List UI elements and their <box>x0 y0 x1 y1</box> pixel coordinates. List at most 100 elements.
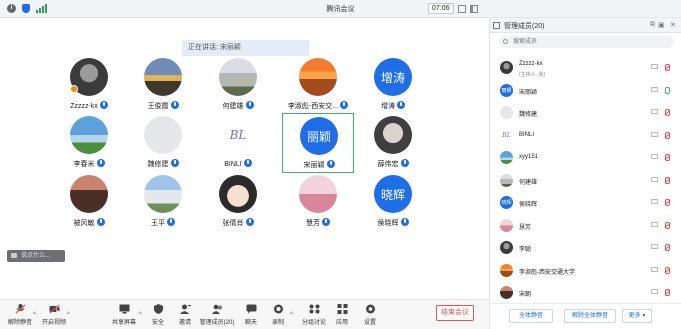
avatar <box>500 106 513 119</box>
avatar <box>500 61 513 74</box>
camera-icon[interactable] <box>651 199 658 204</box>
pin-icon[interactable]: ▣ <box>658 21 665 29</box>
member-list-item[interactable]: 慧芳 <box>490 218 681 236</box>
participant-name-text: 被风敏 <box>73 220 95 227</box>
settings-button[interactable]: 设置 <box>352 304 388 328</box>
microphone-muted-icon[interactable] <box>664 109 670 116</box>
member-search-input[interactable] <box>499 36 674 48</box>
chevron-up-icon[interactable]: ^ <box>290 312 295 318</box>
participant-name: 李春米 <box>53 159 125 169</box>
participant-tile[interactable]: 王俊霞 <box>127 55 199 115</box>
microphone-icon <box>245 218 254 226</box>
mute-all-button[interactable]: 全体静音 <box>509 309 553 323</box>
member-list-item[interactable]: 何建雄 <box>490 173 681 191</box>
avatar: 晓辉 <box>500 196 513 209</box>
member-list-item[interactable]: BL BINLI <box>490 128 681 146</box>
member-list-item[interactable]: Zzzzz-kx (主持人, 我) <box>490 60 681 78</box>
participant-tile[interactable]: 慧芳 <box>282 172 354 232</box>
participant-tile[interactable]: 被风敏 <box>53 172 125 232</box>
participant-tile[interactable]: 薛伟宏 <box>357 113 429 173</box>
unmute-all-button[interactable]: 解除全体静音 <box>564 309 616 323</box>
camera-icon[interactable] <box>651 289 658 294</box>
avatar: BL <box>219 116 257 154</box>
participant-tile[interactable]: 张倩肖 <box>202 172 274 232</box>
camera-icon[interactable] <box>651 131 658 137</box>
participant-tile[interactable]: 魏修建 <box>127 113 199 173</box>
avatar <box>299 175 337 213</box>
microphone-muted-icon[interactable] <box>664 221 670 229</box>
participant-tile[interactable]: 李淑彪-西安交... <box>282 55 354 115</box>
members-panel-title: 管理成员(20) <box>504 23 545 30</box>
popout-icon[interactable]: ⧉ <box>650 21 655 29</box>
participant-name: 王平 <box>127 218 199 228</box>
member-list-item[interactable]: 李聪 <box>490 240 681 258</box>
window-title: 腾讯会议 <box>326 6 355 13</box>
avatar <box>500 218 513 232</box>
camera-icon[interactable] <box>651 266 658 272</box>
participant-name: 被风敏 <box>53 218 125 228</box>
camera-icon[interactable] <box>651 64 658 69</box>
avatar: 丽颖 <box>300 117 338 155</box>
camera-icon[interactable] <box>651 109 658 114</box>
avatar <box>299 58 337 96</box>
participant-name: 李淑彪-西安交... <box>282 101 354 111</box>
member-list-item[interactable]: 宋朝 <box>490 285 681 303</box>
participant-name-text: 李春米 <box>73 161 95 168</box>
title-bar-right: 07:06 <box>428 3 478 14</box>
more-button[interactable]: 更多 ▾ <box>622 309 652 323</box>
participant-name: BINLI <box>202 159 274 168</box>
chat-input-pill[interactable]: 说点什么... <box>7 250 65 262</box>
participant-tile[interactable]: 王平 <box>127 172 199 232</box>
microphone-icon <box>340 101 349 109</box>
microphone-icon <box>170 101 179 109</box>
camera-icon[interactable] <box>651 86 658 92</box>
camera-icon[interactable] <box>651 154 658 159</box>
invite-button[interactable]: 邀请 <box>167 304 203 328</box>
share-screen-button[interactable]: 共享屏幕 <box>106 304 142 328</box>
participant-tile[interactable]: 增涛 增涛 <box>357 55 429 115</box>
camera-icon[interactable] <box>651 176 658 182</box>
avatar <box>500 263 513 277</box>
participant-tile[interactable]: Zzzzz-kx <box>53 55 125 115</box>
close-icon[interactable]: ✕ <box>670 21 676 29</box>
microphone-active-icon <box>326 160 335 168</box>
member-list-item[interactable]: 李淑彪-西安交通大学 <box>490 263 681 281</box>
camera-icon[interactable] <box>651 244 658 249</box>
microphone-muted-icon[interactable] <box>664 176 670 184</box>
participant-tile[interactable]: BL BINLI <box>202 113 274 173</box>
member-list-item[interactable]: 魏修建 <box>490 105 681 123</box>
microphone-muted-icon[interactable] <box>664 266 670 274</box>
member-list-item[interactable]: xyy151 <box>490 150 681 168</box>
participant-name: 侯晓辉 <box>357 218 429 228</box>
microphone-icon[interactable] <box>664 86 670 94</box>
microphone-muted-icon[interactable] <box>664 244 670 251</box>
participant-tile[interactable]: 何建雄 <box>202 55 274 115</box>
microphone-muted-icon[interactable] <box>664 199 670 206</box>
microphone-muted-icon[interactable] <box>664 289 670 296</box>
search-icon <box>503 39 508 44</box>
avatar <box>500 173 513 187</box>
participant-tile[interactable]: 李春米 <box>53 113 125 173</box>
chat-icon <box>246 304 256 314</box>
participant-tile[interactable]: 丽颖 宋丽颖 <box>282 113 354 173</box>
manage-members-button[interactable]: 管理成员(20) <box>199 304 235 328</box>
avatar <box>144 175 182 213</box>
camera-icon[interactable] <box>651 221 658 227</box>
layout-icon[interactable] <box>469 4 478 13</box>
title-bar: i 腾讯会议 07:06 <box>0 0 681 18</box>
fullscreen-icon[interactable] <box>457 4 466 13</box>
microphone-muted-icon[interactable] <box>664 154 670 161</box>
microphone-muted-icon[interactable] <box>664 131 670 139</box>
end-meeting-button[interactable]: 结束会议 <box>436 305 474 321</box>
microphone-muted-icon[interactable] <box>664 64 670 71</box>
avatar <box>374 116 412 154</box>
member-list-item[interactable]: 丽颖 宋丽颖 <box>490 83 681 101</box>
participant-name: 慧芳 <box>282 218 354 228</box>
avatar: 晓辉 <box>374 175 412 213</box>
avatar <box>70 175 108 213</box>
participant-name-text: 王平 <box>151 220 165 227</box>
meeting-toolbar: 解除静音 ^ 开启视频 ^ 共享屏幕 ^ 安全 邀请 管理成员(20) 聊天 录… <box>0 299 489 329</box>
chevron-up-icon[interactable]: ^ <box>67 312 72 318</box>
member-list-item[interactable]: 晓辉 侯晓辉 <box>490 195 681 213</box>
participant-tile[interactable]: 晓辉 侯晓辉 <box>357 172 429 232</box>
